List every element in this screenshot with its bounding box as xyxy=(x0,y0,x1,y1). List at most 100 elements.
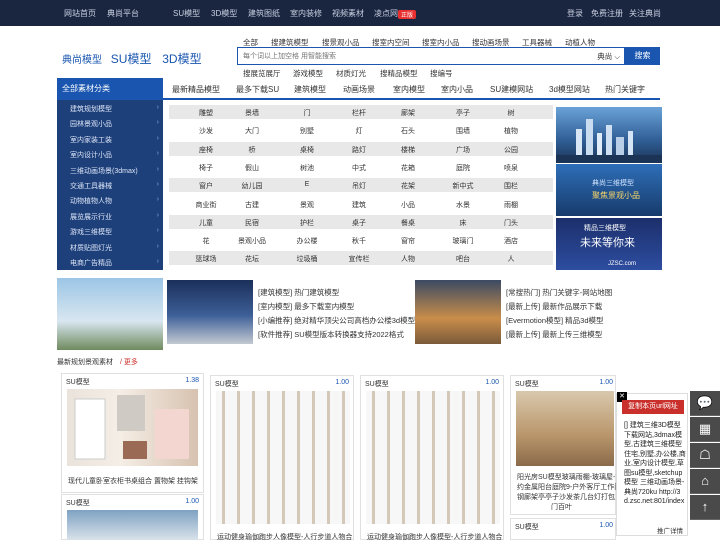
keyword-tag[interactable]: 人 xyxy=(491,254,531,264)
keyword-tag[interactable]: 餐桌 xyxy=(388,218,428,228)
keyword-tag[interactable]: 雨棚 xyxy=(491,200,531,210)
card-caption[interactable]: 约金属阳台庭院9-户外客厅工作间 xyxy=(517,482,621,492)
nav-item[interactable]: SU建模网站 xyxy=(490,84,533,95)
qrcode-icon[interactable]: ▦ xyxy=(690,417,720,442)
search-button[interactable]: 搜索 xyxy=(625,47,660,65)
keyword-tag[interactable]: 别墅 xyxy=(287,126,327,136)
keyword-tag[interactable]: 庭院 xyxy=(443,163,483,173)
model-thumbnail[interactable] xyxy=(67,389,198,466)
nav-item[interactable]: 室内小品 xyxy=(441,84,473,95)
section-more-link[interactable]: / 更多 xyxy=(120,357,138,367)
keyword-tag[interactable]: 花 xyxy=(186,236,226,246)
news-item[interactable]: [Evermotion模型] 精品3d模型 xyxy=(506,315,604,326)
topbar-link-3d[interactable]: 3D模型 xyxy=(211,8,237,19)
keyword-tag[interactable]: 花坛 xyxy=(232,254,272,264)
topbar-link-home[interactable]: 网站首页 xyxy=(64,8,96,19)
nav-item[interactable]: 动画场景 xyxy=(343,84,375,95)
model-card[interactable]: SU模型 1.00 xyxy=(61,494,204,540)
sidebar-item[interactable]: 园林景观小品 xyxy=(70,119,112,129)
follow-link[interactable]: 关注典尚 xyxy=(629,8,661,19)
model-card[interactable]: SU模型 1.00 阳光房SU模型玻璃雨棚-玻璃屋-简 约金属阳台庭院9-户外客… xyxy=(510,375,622,515)
news-item[interactable]: [最新上传] 最新作品展示下载 xyxy=(506,301,602,312)
keyword-tag[interactable]: 廊架 xyxy=(388,108,428,118)
keyword-tag[interactable]: 桌子 xyxy=(339,218,379,228)
home-icon[interactable]: ⌂ xyxy=(690,469,720,494)
keyword-tag[interactable]: 围墙 xyxy=(443,126,483,136)
sidebar-item[interactable]: 室内设计小品 xyxy=(70,150,112,160)
news-item[interactable]: [室内模型] 最多下载室内模型 xyxy=(258,301,354,312)
keyword-tag[interactable]: 公园 xyxy=(491,145,531,155)
keyword-tag[interactable]: 座椅 xyxy=(186,145,226,155)
sidebar-item[interactable]: 电商广告精品 xyxy=(70,258,112,268)
nav-item[interactable]: 热门关键字 xyxy=(605,84,645,95)
topbar-link-su[interactable]: SU模型 xyxy=(173,8,200,19)
keyword-tag[interactable]: 吊灯 xyxy=(339,181,379,191)
keyword-tag[interactable]: 护栏 xyxy=(287,218,327,228)
keyword-tag[interactable]: 围栏 xyxy=(491,181,531,191)
keyword-tag[interactable]: 栏杆 xyxy=(339,108,379,118)
topbar-link-interior[interactable]: 室内装修 xyxy=(290,8,322,19)
keyword-tag[interactable]: 儿童 xyxy=(186,218,226,228)
keyword-tag[interactable]: 喷泉 xyxy=(491,163,531,173)
keyword-tag[interactable]: 窗帘 xyxy=(388,236,428,246)
model-card[interactable]: SU模型 1.00 运动健身瑜伽跑步人像模型-人行步道人物合 xyxy=(360,375,504,541)
keyword-tag[interactable]: 花架 xyxy=(388,181,428,191)
keyword-tag[interactable]: 椅子 xyxy=(186,163,226,173)
keyword-tag[interactable]: 广场 xyxy=(443,145,483,155)
keyword-tag[interactable]: 楼梯 xyxy=(388,145,428,155)
keyword-tag[interactable]: 景观小品 xyxy=(232,236,272,246)
keyword-tag[interactable]: 路灯 xyxy=(339,145,379,155)
nav-item[interactable]: 室内模型 xyxy=(393,84,425,95)
card-caption[interactable]: 门百叶 xyxy=(551,502,572,512)
keyword-tag[interactable]: 水景 xyxy=(443,200,483,210)
keyword-tag[interactable]: 垃圾桶 xyxy=(287,254,327,264)
keyword-tag[interactable]: 沙发 xyxy=(186,126,226,136)
city-skyline-banner[interactable] xyxy=(556,107,662,163)
topbar-link-lingdian[interactable]: 凌点网 xyxy=(374,8,398,19)
sidebar-item[interactable]: 展览展示行业 xyxy=(70,212,112,222)
keyword-tag[interactable]: 亭子 xyxy=(443,108,483,118)
keyword-tag[interactable]: 秋千 xyxy=(339,236,379,246)
news-item[interactable]: [最新上传] 最新上传三维模型 xyxy=(506,329,602,340)
keyword-tag[interactable]: 景墙 xyxy=(232,108,272,118)
sidebar-item[interactable]: 室内家装工装 xyxy=(70,135,112,145)
keyword-tag[interactable]: 假山 xyxy=(232,163,272,173)
card-caption[interactable]: 钢廊架亭亭子沙发茶几台灯打包 xyxy=(517,492,615,502)
topbar-link-drawings[interactable]: 建筑图纸 xyxy=(248,8,280,19)
promo-details-link[interactable]: 推广详情 xyxy=(657,525,683,535)
nav-item[interactable]: 建筑模型 xyxy=(294,84,326,95)
future-banner[interactable]: 精品三维模型 未来等你来 JZSC.com xyxy=(556,218,662,270)
weibo-icon[interactable]: ☖ xyxy=(690,443,720,468)
sidebar-item[interactable]: 三维动画场景(3dmax) xyxy=(70,166,138,176)
news-item[interactable]: [小编推荐] 绝对精华顶尖公司高档办公楼3d模型 xyxy=(258,315,415,326)
model-card[interactable]: SU模型 1.00 xyxy=(510,518,616,540)
sunroom-thumbnail[interactable] xyxy=(516,391,614,466)
nav-item[interactable]: 最新精品模型 xyxy=(172,84,220,95)
all-categories-button[interactable]: 全部素材分类 xyxy=(57,78,163,100)
sidebar-item[interactable]: 建筑规划模型 xyxy=(70,104,112,114)
model-card[interactable]: SU模型 1.38 现代儿童卧室衣柜书桌组合 置物架 挂钩架 xyxy=(61,373,204,493)
keyword-tag[interactable]: 大门 xyxy=(232,126,272,136)
back-to-top-icon[interactable]: ↑ xyxy=(690,495,720,520)
landscape-banner[interactable]: 典尚三维模型 聚焦景观小品 xyxy=(556,164,662,216)
keyword-tag[interactable]: 吧台 xyxy=(443,254,483,264)
keyword-tag[interactable]: 桌椅 xyxy=(287,145,327,155)
people-models-thumbnail[interactable] xyxy=(366,391,500,524)
keyword-tag[interactable]: 玻璃门 xyxy=(443,236,483,246)
card-caption[interactable]: 现代儿童卧室衣柜书桌组合 置物架 挂钩架 xyxy=(68,476,198,486)
site-logo[interactable]: 典尚模型 SU模型 3D模型 xyxy=(62,50,202,67)
copy-url-button[interactable]: 复制本页url网址 xyxy=(622,400,684,414)
keyword-tag[interactable]: 雕塑 xyxy=(186,108,226,118)
keyword-tag[interactable]: 灯 xyxy=(339,126,379,136)
keyword-tag[interactable]: 石头 xyxy=(388,126,428,136)
interior-thumbnail[interactable] xyxy=(415,280,501,344)
news-item[interactable]: [建筑模型] 热门建筑模型 xyxy=(258,287,339,298)
card-caption[interactable]: 阳光房SU模型玻璃雨棚-玻璃屋-简 xyxy=(517,472,622,482)
nav-item[interactable]: 最多下载SU xyxy=(236,84,279,95)
keyword-tag[interactable]: 中式 xyxy=(339,163,379,173)
search-scope-select[interactable]: 典尚 ⌵ xyxy=(597,51,620,62)
keyword-tag[interactable]: E xyxy=(287,181,327,188)
card-caption[interactable]: 运动健身瑜伽跑步人像模型-人行步道人物合 xyxy=(217,532,352,542)
sidebar-item[interactable]: 材质贴图灯光 xyxy=(70,243,112,253)
keyword-tag[interactable]: 植物 xyxy=(491,126,531,136)
